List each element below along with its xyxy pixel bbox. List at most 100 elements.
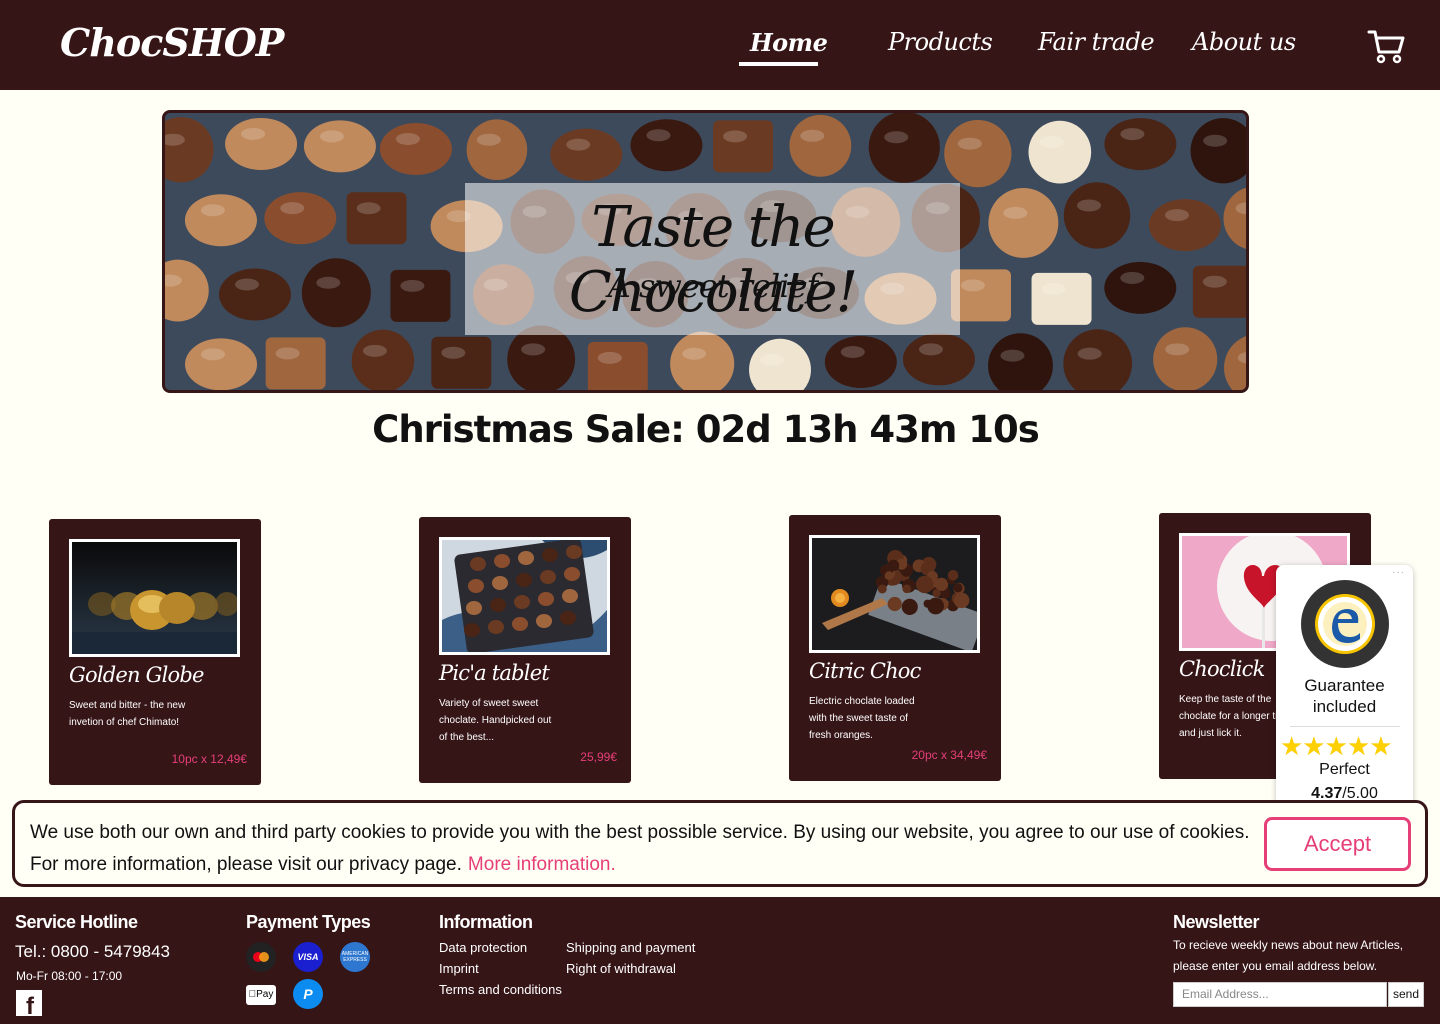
nav-home[interactable]: Home	[750, 28, 828, 57]
chocolate-piece	[562, 589, 578, 603]
chocolate-piece	[560, 611, 576, 625]
product-card[interactable]: Pic'a tablet Variety of sweet sweet choc…	[419, 517, 631, 783]
chocolate-piece	[464, 623, 480, 637]
chocolate-cluster	[953, 592, 970, 609]
chocolate-highlight	[201, 348, 226, 361]
chocolate-cluster	[902, 584, 912, 594]
chocolate-highlight	[400, 279, 425, 292]
nav-about-us[interactable]: About us	[1192, 28, 1296, 56]
chocolate-piece	[346, 192, 407, 245]
chocolate-highlight	[1000, 349, 1025, 362]
chocolate-highlight	[1120, 128, 1145, 141]
more-information-link[interactable]: More information.	[468, 854, 616, 875]
shopping-cart-icon[interactable]	[1366, 28, 1406, 64]
chocolate-cluster	[887, 559, 900, 572]
chocolate-piece	[490, 598, 506, 612]
chocolate-highlight	[723, 130, 748, 143]
chocolate-piece	[488, 620, 504, 634]
chocolate-highlight	[884, 131, 909, 144]
star-rating-icon: ★★★★★ ★★★★★	[1280, 731, 1393, 761]
chocolate-highlight	[241, 127, 266, 140]
chocolate-piece	[431, 336, 492, 389]
chocolate-piece	[225, 117, 298, 170]
footer-link-imprint[interactable]: Imprint	[439, 961, 479, 976]
product-price: 25,99€	[580, 750, 617, 764]
chocolate-highlight	[362, 344, 387, 357]
product-name: Choclick	[1179, 657, 1265, 681]
product-card[interactable]: Citric Choc Electric choclate loaded wit…	[789, 515, 1001, 781]
chocolate-cluster	[887, 596, 902, 612]
chocolate-piece	[566, 545, 582, 559]
nav-fair-trade[interactable]: Fair trade	[1038, 28, 1155, 56]
chocolate-piece	[301, 258, 371, 328]
chocolate-piece	[1104, 261, 1177, 314]
logo[interactable]: ChocSHOP	[60, 20, 284, 65]
hero-overlay: Taste the Chocolate! A sweet relief	[465, 183, 960, 335]
facebook-icon[interactable]: f	[16, 990, 42, 1020]
header: ChocSHOP Home Products Fair trade About …	[0, 0, 1440, 90]
chocolate-piece	[1104, 118, 1177, 171]
chocolate-piece	[379, 122, 452, 175]
nav-active-indicator	[739, 62, 818, 66]
chocolate-highlight	[1164, 209, 1189, 222]
product-image[interactable]	[809, 535, 980, 653]
email-input[interactable]: Email Address...	[1173, 982, 1387, 1007]
chocolate-cluster	[877, 584, 887, 594]
chocolate-piece	[468, 579, 484, 593]
chocolate-piece	[789, 114, 852, 177]
footer: Service Hotline Tel.: 0800 - 5479843 Mo-…	[0, 897, 1440, 1024]
footer-link-withdrawal[interactable]: Right of withdrawal	[566, 961, 676, 976]
chocolate-piece	[550, 128, 623, 181]
chocolate-highlight	[1041, 282, 1066, 295]
chocolate-highlight	[646, 129, 671, 142]
cookie-text-line: For more information, please visit our p…	[30, 854, 616, 875]
nav-products[interactable]: Products	[888, 28, 993, 56]
chocolate-piece	[1031, 272, 1092, 325]
footer-link-data-protection[interactable]: Data protection	[439, 940, 527, 955]
chocolate-piece	[902, 333, 975, 386]
chocolate-highlight	[957, 137, 982, 150]
trusted-shops-badge[interactable]: ··· Guarantee included ★★★★★ ★★★★★ Perfe…	[1276, 565, 1413, 811]
hero-banner: Taste the Chocolate! A sweet relief	[162, 110, 1249, 393]
chocolate-cluster	[932, 589, 941, 598]
chocolate-piece	[494, 554, 510, 568]
chocolate-highlight	[1003, 206, 1028, 219]
product-image[interactable]	[69, 539, 240, 657]
footer-link-shipping[interactable]: Shipping and payment	[566, 940, 695, 955]
product-image[interactable]	[439, 537, 610, 655]
chocolate-piece	[185, 338, 258, 390]
chocolate-highlight	[280, 202, 305, 215]
chocolate-highlight	[319, 130, 344, 143]
chocolate-highlight	[960, 279, 985, 292]
sale-countdown: Christmas Sale: 02d 13h 43m 10s	[372, 408, 1040, 451]
product-name: Pic'a tablet	[439, 661, 550, 685]
product-name: Golden Globe	[69, 663, 204, 687]
product-description: Electric choclate loaded with the sweet …	[809, 696, 915, 741]
hotline-phone[interactable]: Tel.: 0800 - 5479843	[15, 942, 170, 962]
chocolate-piece	[630, 119, 703, 172]
chocolate-piece	[536, 614, 552, 628]
chocolate-piece	[944, 119, 1012, 188]
send-button[interactable]: send	[1388, 982, 1424, 1007]
chocolate-piece	[265, 337, 326, 390]
newsletter-text: please enter you email address below.	[1173, 959, 1378, 973]
chocolate-cluster	[953, 583, 963, 593]
chocolate-piece	[466, 119, 528, 181]
product-description: Sweet and bitter - the new invetion of c…	[69, 700, 186, 728]
chocolate-piece	[564, 567, 580, 581]
amex-icon: AMERICAN EXPRESS	[340, 942, 370, 972]
visa-icon: VISA	[293, 942, 323, 972]
mastercard-icon	[246, 942, 276, 972]
accept-button[interactable]: Accept	[1264, 817, 1411, 871]
apple-pay-icon: Pay	[246, 985, 276, 1005]
chocolate-cluster	[947, 569, 959, 581]
product-card[interactable]: Golden Globe Sweet and bitter - the new …	[49, 519, 261, 785]
chocolate-highlight	[316, 276, 341, 289]
chocolate-piece	[518, 551, 534, 565]
footer-link-terms[interactable]: Terms and conditions	[439, 982, 562, 997]
chocolate-piece	[512, 617, 528, 631]
newsletter-title: Newsletter	[1173, 912, 1260, 932]
chocolate-piece	[516, 573, 532, 587]
chocolate-highlight	[235, 278, 260, 291]
more-options-icon[interactable]: ···	[1392, 567, 1405, 578]
